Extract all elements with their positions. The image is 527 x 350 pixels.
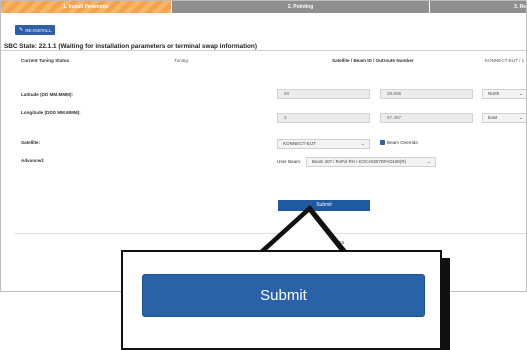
step-pointing[interactable]: 2. Pointing [171,1,429,13]
chevron-down-icon: ⌄ [360,141,365,147]
submit-button[interactable]: Submit [278,200,370,211]
zoom-callout: Submit [121,250,442,350]
beam-override-label: Beam Override [387,140,418,145]
user-beam-value: Beam 207 / RxPol RH / KOCA0207DFAD190(R) [312,159,406,164]
satellite-label: Satellite: [21,140,41,145]
divider [15,233,526,234]
chevron-down-icon: ⌄ [426,159,431,165]
step-3[interactable]: 3. Re [429,1,526,13]
advanced-label: Advanced: [21,158,45,163]
step-install-parameter[interactable]: 1. Install Parameter [1,1,171,13]
progress-steps: 1. Install Parameter 2. Pointing 3. Re [1,1,526,13]
latitude-deg-input[interactable]: 50 [277,89,370,99]
satellite-beam-header: Satellite / Beam ID / Outroute Number [332,58,414,63]
sbc-state-header: SBC State: 22.1.1 (Waiting for installat… [1,43,526,51]
satellite-select[interactable]: KONNECT-EUT ⌄ [277,139,370,149]
reinstall-button[interactable]: ✎ RE-INSTALL [15,25,56,35]
latitude-label: Latitude (DD MM.MMM): [21,92,74,97]
tuning-status-value: Tuning [174,58,188,63]
user-beam-select[interactable]: Beam 207 / RxPol RH / KOCA0207DFAD190(R)… [306,157,436,167]
user-beam-label: User Beam: [277,159,302,164]
longitude-label: Longitude (DDD MM.MMM): [21,110,81,115]
longitude-deg-input[interactable]: 3 [277,113,370,123]
longitude-hemisphere-select[interactable]: East ⌄ [482,113,526,123]
latitude-min-input[interactable]: 28.806 [380,89,473,99]
tuning-status-label: Current Tuning Status [21,58,70,63]
satellite-value: KONNECT-EUT [283,141,316,146]
longitude-min-input[interactable]: 57.457 [380,113,473,123]
chevron-down-icon: ⌄ [518,91,523,97]
longitude-hemisphere-value: East [488,115,498,120]
satellite-beam-value: KONNECT-EUT / 1 [485,58,525,63]
latitude-hemisphere-select[interactable]: North ⌄ [482,89,526,99]
chevron-down-icon: ⌄ [518,115,523,121]
partial-logo-text: IGHES [330,240,345,245]
submit-button-zoomed[interactable]: Submit [142,274,425,317]
latitude-hemisphere-value: North [488,91,500,96]
reinstall-label: RE-INSTALL [25,27,52,33]
install-panel: 1. Install Parameter 2. Pointing 3. Re ✎… [0,0,527,292]
beam-override-checkbox[interactable] [380,140,385,145]
wrench-icon: ✎ [19,27,24,33]
